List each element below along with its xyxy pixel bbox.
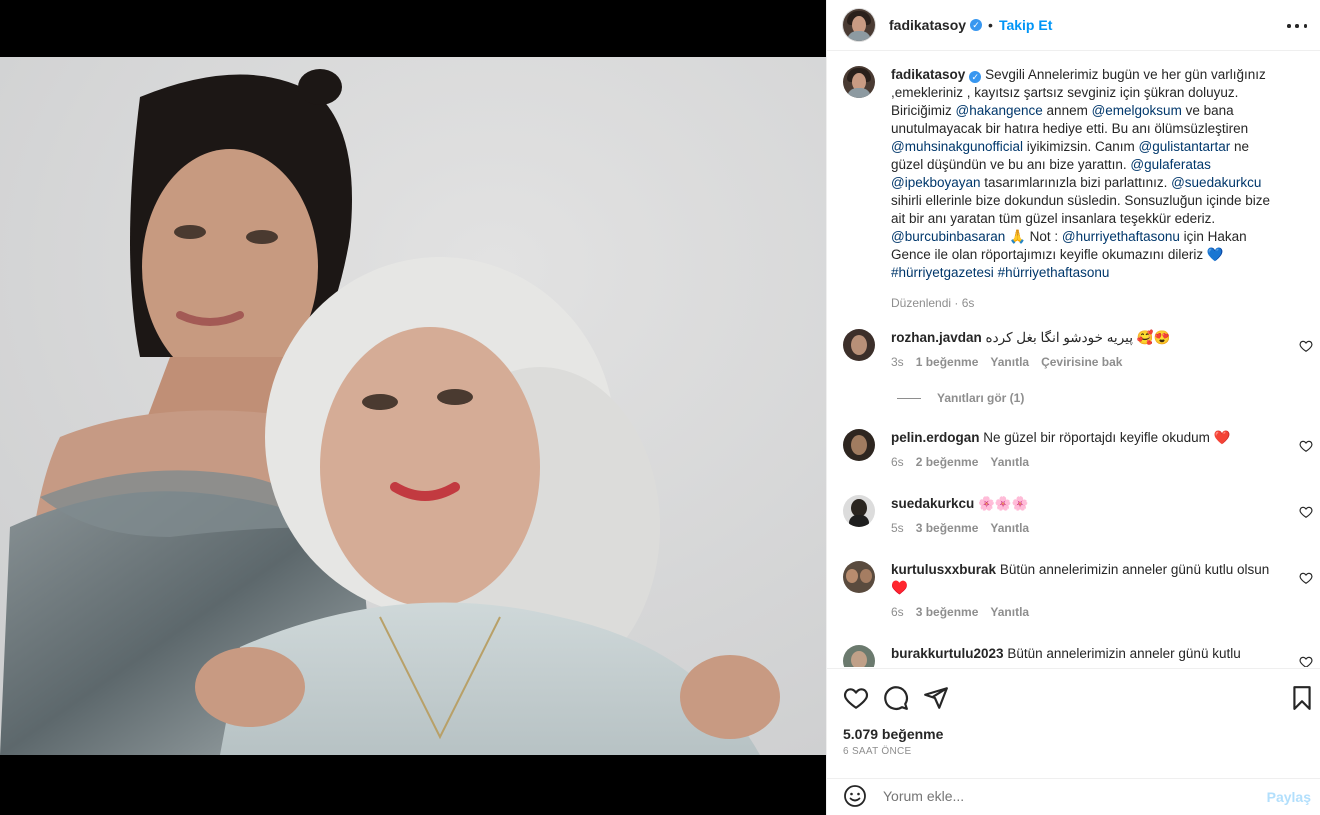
author-avatar[interactable] <box>843 9 875 41</box>
comment-like-heart-icon[interactable] <box>1299 505 1313 519</box>
caption-mention-link[interactable]: @burcubinbasaran <box>891 229 1005 244</box>
comment-age: 6s <box>891 605 904 619</box>
caption-mention-link[interactable]: @muhsinakgunofficial <box>891 139 1023 154</box>
comment-likes-button[interactable]: 3 beğenme <box>916 605 979 619</box>
commenter-avatar[interactable] <box>843 561 875 593</box>
photo-illustration <box>0 57 826 755</box>
comment-username[interactable]: pelin.erdogan <box>891 430 980 445</box>
comment-text: Bütün annelerimizin anneler günü kutlu <box>1007 646 1241 661</box>
commenter-avatar[interactable] <box>843 429 875 461</box>
reply-button[interactable]: Yanıtla <box>990 521 1029 535</box>
comment-likes-button[interactable]: 1 beğenme <box>916 355 979 369</box>
separator-dot: • <box>988 17 993 33</box>
commenter-avatar[interactable] <box>843 329 875 361</box>
post-header: fadikatasoy ✓ • Takip Et <box>827 0 1320 51</box>
comment-item: suedakurkcu 🌸🌸🌸 5s 3 beğenme Yanıtla <box>843 495 1313 535</box>
comment-text: Ne güzel bir röportajdı keyifle okudum ❤… <box>983 430 1231 445</box>
add-comment-bar: Paylaş <box>827 778 1320 815</box>
caption-mention-link[interactable]: @suedakurkcu <box>1171 175 1261 190</box>
comment-username[interactable]: kurtulusxxburak <box>891 562 996 577</box>
caption-mention-link[interactable]: @ipekboyayan <box>891 175 981 190</box>
caption-mention-link[interactable]: @gulistantartar <box>1139 139 1231 154</box>
emoji-icon[interactable] <box>843 784 867 808</box>
save-bookmark-icon[interactable] <box>1289 685 1315 711</box>
comments-scroll-area[interactable]: fadikatasoy ✓ Sevgili Annelerimiz bugün v… <box>827 52 1320 667</box>
caption-text: Sevgili Annelerimiz bugün ve her gün var… <box>891 67 1270 280</box>
verified-badge-icon: ✓ <box>970 19 983 31</box>
verified-badge-icon: ✓ <box>969 71 982 83</box>
share-paper-plane-icon[interactable] <box>923 685 949 711</box>
post-actions: 5.079 beğenme 6 SAAT ÖNCE <box>827 668 1320 778</box>
likes-count[interactable]: 5.079 beğenme <box>843 726 943 742</box>
caption-age: 6s <box>961 296 975 310</box>
comment-like-heart-icon[interactable] <box>1299 339 1313 353</box>
comment-username[interactable]: burakkurtulu2023 <box>891 646 1004 661</box>
caption-mention-link[interactable]: @gulaferatas <box>1130 157 1211 172</box>
author-username[interactable]: fadikatasoy <box>889 17 966 33</box>
caption-mention-link[interactable]: #hürriyethaftasonu <box>998 265 1110 280</box>
translate-button[interactable]: Çevirisine bak <box>1041 355 1122 369</box>
caption-mention-link[interactable]: @emelgoksum <box>1092 103 1182 118</box>
caption-username[interactable]: fadikatasoy <box>891 67 965 82</box>
post-photo[interactable] <box>0 57 826 755</box>
comment-text: 🌸🌸🌸 <box>978 496 1029 511</box>
comment-input[interactable] <box>883 788 1243 804</box>
more-options-icon[interactable] <box>1287 16 1307 36</box>
comment-like-heart-icon[interactable] <box>1299 439 1313 453</box>
follow-button[interactable]: Takip Et <box>999 17 1052 33</box>
reply-button[interactable]: Yanıtla <box>990 355 1029 369</box>
post-time: 6 SAAT ÖNCE <box>843 746 912 757</box>
commenter-avatar[interactable] <box>843 645 875 667</box>
caption-mention-link[interactable]: @hurriyethaftasonu <box>1062 229 1180 244</box>
reply-button[interactable]: Yanıtla <box>990 605 1029 619</box>
post-media <box>0 0 826 815</box>
caption-text-segment: sihirli ellerinle bize dokundun süsledin… <box>891 193 1270 226</box>
caption-text-segment: 🙏 Not : <box>1005 229 1062 244</box>
post-panel: fadikatasoy ✓ • Takip Et fadikatasoy ✓ Se… <box>826 0 1320 815</box>
post-caption: fadikatasoy ✓ Sevgili Annelerimiz bugün v… <box>843 66 1313 312</box>
caption-mention-link[interactable]: #hürriyetgazetesi <box>891 265 994 280</box>
commenter-avatar[interactable] <box>843 495 875 527</box>
comment-item: pelin.erdogan Ne güzel bir röportajdı ke… <box>843 429 1313 469</box>
caption-mention-link[interactable]: @hakangence <box>956 103 1043 118</box>
view-replies-button[interactable]: Yanıtları gör (1) <box>897 391 1024 405</box>
caption-meta: Düzenlendi · 6s <box>891 296 975 310</box>
caption-text-segment: iyikimizsin. Canım <box>1023 139 1139 154</box>
comment-age: 6s <box>891 455 904 469</box>
comment-text: پیریه خودشو انگا بغل کرده 🥰😍 <box>985 330 1171 345</box>
comment-item: rozhan.javdan پیریه خودشو انگا بغل کرده … <box>843 329 1313 369</box>
comment-username[interactable]: rozhan.javdan <box>891 330 982 345</box>
like-heart-icon[interactable] <box>843 685 869 711</box>
caption-avatar[interactable] <box>843 66 875 98</box>
caption-text-segment: annem <box>1042 103 1092 118</box>
comment-item: burakkurtulu2023 Bütün annelerimizin ann… <box>843 645 1313 667</box>
comment-age: 5s <box>891 521 904 535</box>
caption-text-segment: tasarımlarınızla bizi parlattınız. <box>980 175 1172 190</box>
comment-item: kurtulusxxburak Bütün annelerimizin anne… <box>843 561 1313 619</box>
comment-likes-button[interactable]: 3 beğenme <box>916 521 979 535</box>
comment-age: 3s <box>891 355 904 369</box>
comment-username[interactable]: suedakurkcu <box>891 496 974 511</box>
comment-like-heart-icon[interactable] <box>1299 571 1313 585</box>
edited-label: Düzenlendi <box>891 296 952 310</box>
post-comment-button[interactable]: Paylaş <box>1267 789 1311 805</box>
comment-bubble-icon[interactable] <box>883 685 909 711</box>
reply-button[interactable]: Yanıtla <box>990 455 1029 469</box>
comment-like-heart-icon[interactable] <box>1299 655 1313 667</box>
comment-likes-button[interactable]: 2 beğenme <box>916 455 979 469</box>
